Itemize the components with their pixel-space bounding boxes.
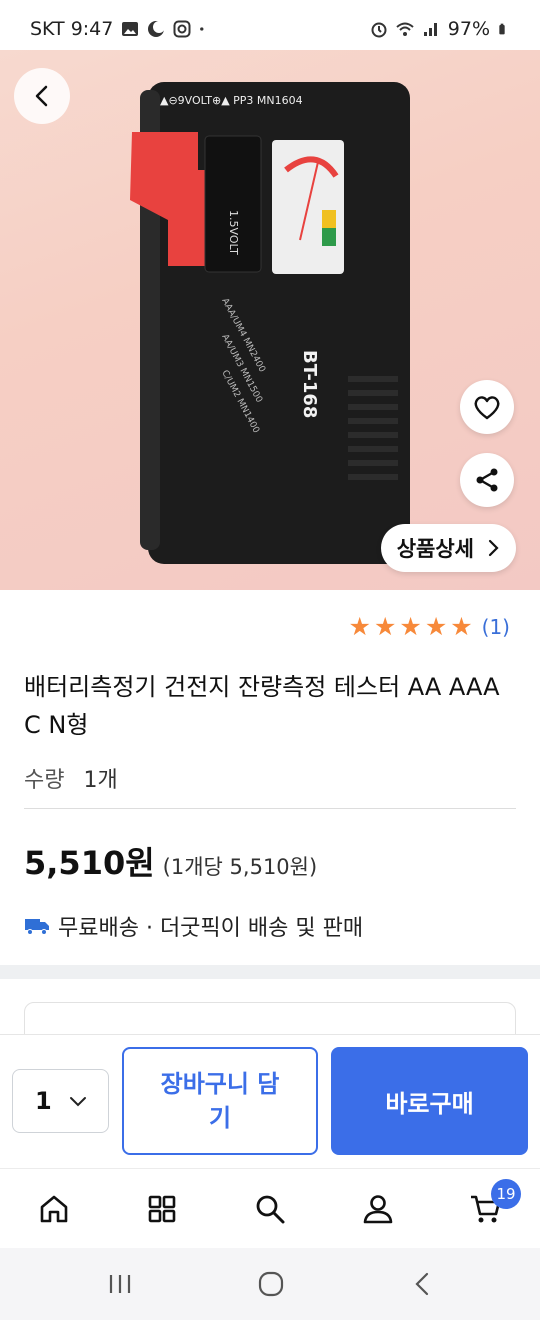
carrier-time: SKT 9:47: [30, 18, 114, 40]
quantity-label: 수량: [24, 768, 65, 793]
nav-home[interactable]: [32, 1187, 76, 1231]
wifi-icon: [396, 22, 414, 36]
heart-icon: [474, 396, 500, 420]
battery-level: 97%: [447, 18, 490, 40]
home-icon: [40, 1195, 68, 1223]
dot-icon: [200, 27, 204, 31]
quantity-info: 수량 1개: [24, 762, 118, 794]
share-icon: [476, 468, 498, 492]
quantity-select-value: 1: [35, 1087, 52, 1115]
product-detail-label: 상품상세: [396, 537, 474, 561]
battery-tester-illustration: ▲⊖9VOLT⊕▲ PP3 MN1604 1.5VOLT BT-168 AAA/…: [130, 82, 410, 564]
system-nav: [0, 1248, 540, 1320]
home-system-button[interactable]: [256, 1270, 286, 1298]
cart-count-badge: 19: [491, 1179, 521, 1209]
moon-icon: [148, 21, 166, 37]
nav-search[interactable]: [248, 1187, 292, 1231]
product-detail-button[interactable]: 상품상세: [380, 524, 516, 572]
add-to-cart-button[interactable]: 장바구니 담기: [122, 1047, 318, 1155]
divider: [24, 808, 516, 809]
star-icon: ★: [348, 612, 371, 641]
quantity-select[interactable]: 1: [12, 1069, 109, 1133]
product-image[interactable]: ▲⊖9VOLT⊕▲ PP3 MN1604 1.5VOLT BT-168 AAA/…: [0, 50, 540, 590]
quantity-value: 1개: [83, 768, 118, 793]
rating[interactable]: ★ ★ ★ ★ ★ (1): [349, 614, 510, 639]
alarm-icon: [371, 22, 387, 38]
star-icon: ★: [424, 612, 448, 641]
price-row: 5,510원 (1개당 5,510원): [24, 838, 317, 884]
back-icon: [415, 1272, 429, 1296]
signal-icon: [423, 23, 437, 36]
category-icon: [148, 1195, 176, 1223]
star-icon: ★: [399, 612, 422, 641]
recent-apps-icon: [109, 1275, 131, 1293]
svg-text:1.5VOLT: 1.5VOLT: [227, 210, 240, 255]
shipping-info: 무료배송 · 더굿픽이 배송 및 판매: [24, 910, 363, 942]
buy-now-label: 바로구매: [385, 1089, 474, 1118]
svg-text:▲⊖9VOLT⊕▲ PP3 MN1604: ▲⊖9VOLT⊕▲ PP3 MN1604: [160, 94, 303, 107]
star-icon: ★: [373, 612, 397, 641]
review-count[interactable]: (1): [482, 615, 510, 639]
section-divider: [0, 965, 540, 979]
chevron-left-icon: [35, 85, 48, 107]
gallery-icon: [122, 22, 139, 36]
home-circle-icon: [258, 1271, 284, 1297]
battery-icon: [499, 23, 505, 35]
search-icon: [256, 1195, 285, 1224]
shipping-text: 무료배송 · 더굿픽이 배송 및 판매: [58, 916, 364, 941]
back-system-button[interactable]: [408, 1270, 438, 1298]
chevron-down-icon: [70, 1097, 86, 1107]
share-button[interactable]: [460, 453, 514, 507]
nav-my-page[interactable]: [356, 1187, 400, 1231]
like-button[interactable]: [460, 380, 514, 434]
purchase-bar: 1 장바구니 담기 바로구매: [0, 1034, 540, 1168]
recent-apps-button[interactable]: [105, 1270, 135, 1298]
price: 5,510원: [24, 844, 155, 882]
bottom-nav: [0, 1168, 540, 1248]
add-to-cart-label: 장바구니 담기: [160, 1070, 280, 1132]
chevron-right-icon: [488, 539, 499, 557]
instagram-icon: [173, 20, 191, 38]
truck-icon: [25, 919, 49, 935]
user-icon: [363, 1195, 393, 1224]
nav-category[interactable]: [140, 1187, 184, 1231]
unit-price: (1개당 5,510원): [162, 855, 318, 879]
product-title: 배터리측정기 건전지 잔량측정 테스터 AA AAA C N형: [24, 673, 500, 739]
buy-now-button[interactable]: 바로구매: [331, 1047, 528, 1155]
star-icon: ★: [450, 612, 473, 641]
model-label: BT-168: [299, 350, 320, 418]
back-button[interactable]: [14, 68, 70, 124]
